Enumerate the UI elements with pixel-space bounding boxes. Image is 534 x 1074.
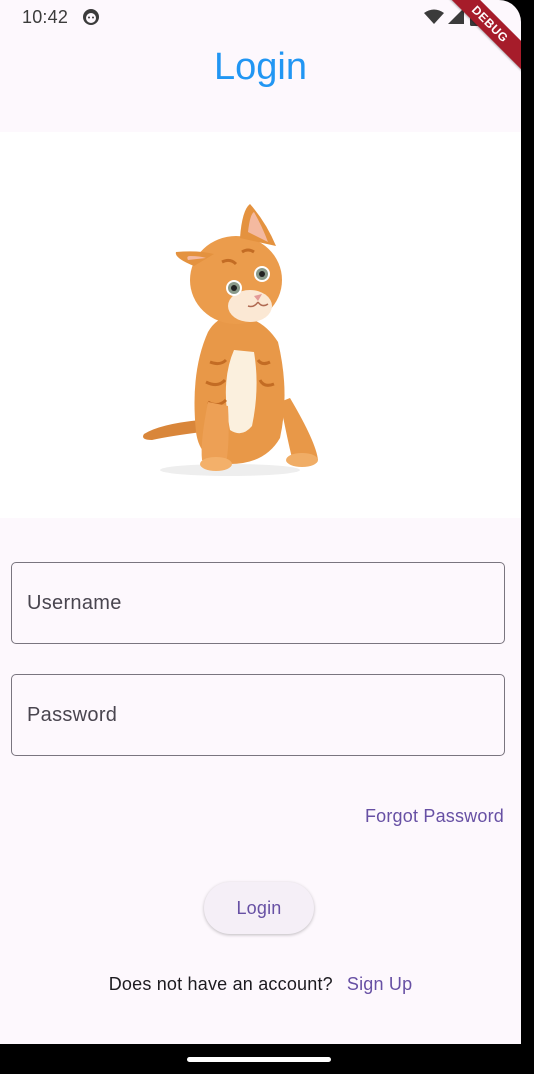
phone-frame: 10:42 DEBUG Login Username Forgot Passwo…	[0, 0, 534, 1074]
wifi-icon	[424, 9, 444, 24]
hero-image-area	[0, 132, 521, 518]
app-screen: 10:42 DEBUG Login Username Forgot Passwo…	[0, 0, 521, 1044]
login-button[interactable]: Login	[204, 882, 314, 934]
app-bar: Login	[0, 34, 521, 132]
status-bar: 10:42 DEBUG	[0, 0, 521, 78]
signup-prompt: Does not have an account?	[108, 974, 333, 994]
status-time: 10:42	[22, 7, 69, 27]
password-input[interactable]	[12, 675, 504, 755]
sign-up-link[interactable]: Sign Up	[347, 974, 412, 994]
notification-icon	[83, 9, 99, 25]
kitten-image	[143, 204, 318, 476]
page-title: Login	[214, 46, 307, 88]
forgot-password-link[interactable]: Forgot Password	[365, 806, 504, 827]
username-field[interactable]	[11, 562, 505, 644]
password-field[interactable]	[11, 674, 505, 756]
username-input[interactable]	[12, 563, 504, 643]
signup-row: Does not have an account? Sign Up	[0, 974, 521, 995]
navigation-handle[interactable]	[187, 1057, 331, 1062]
